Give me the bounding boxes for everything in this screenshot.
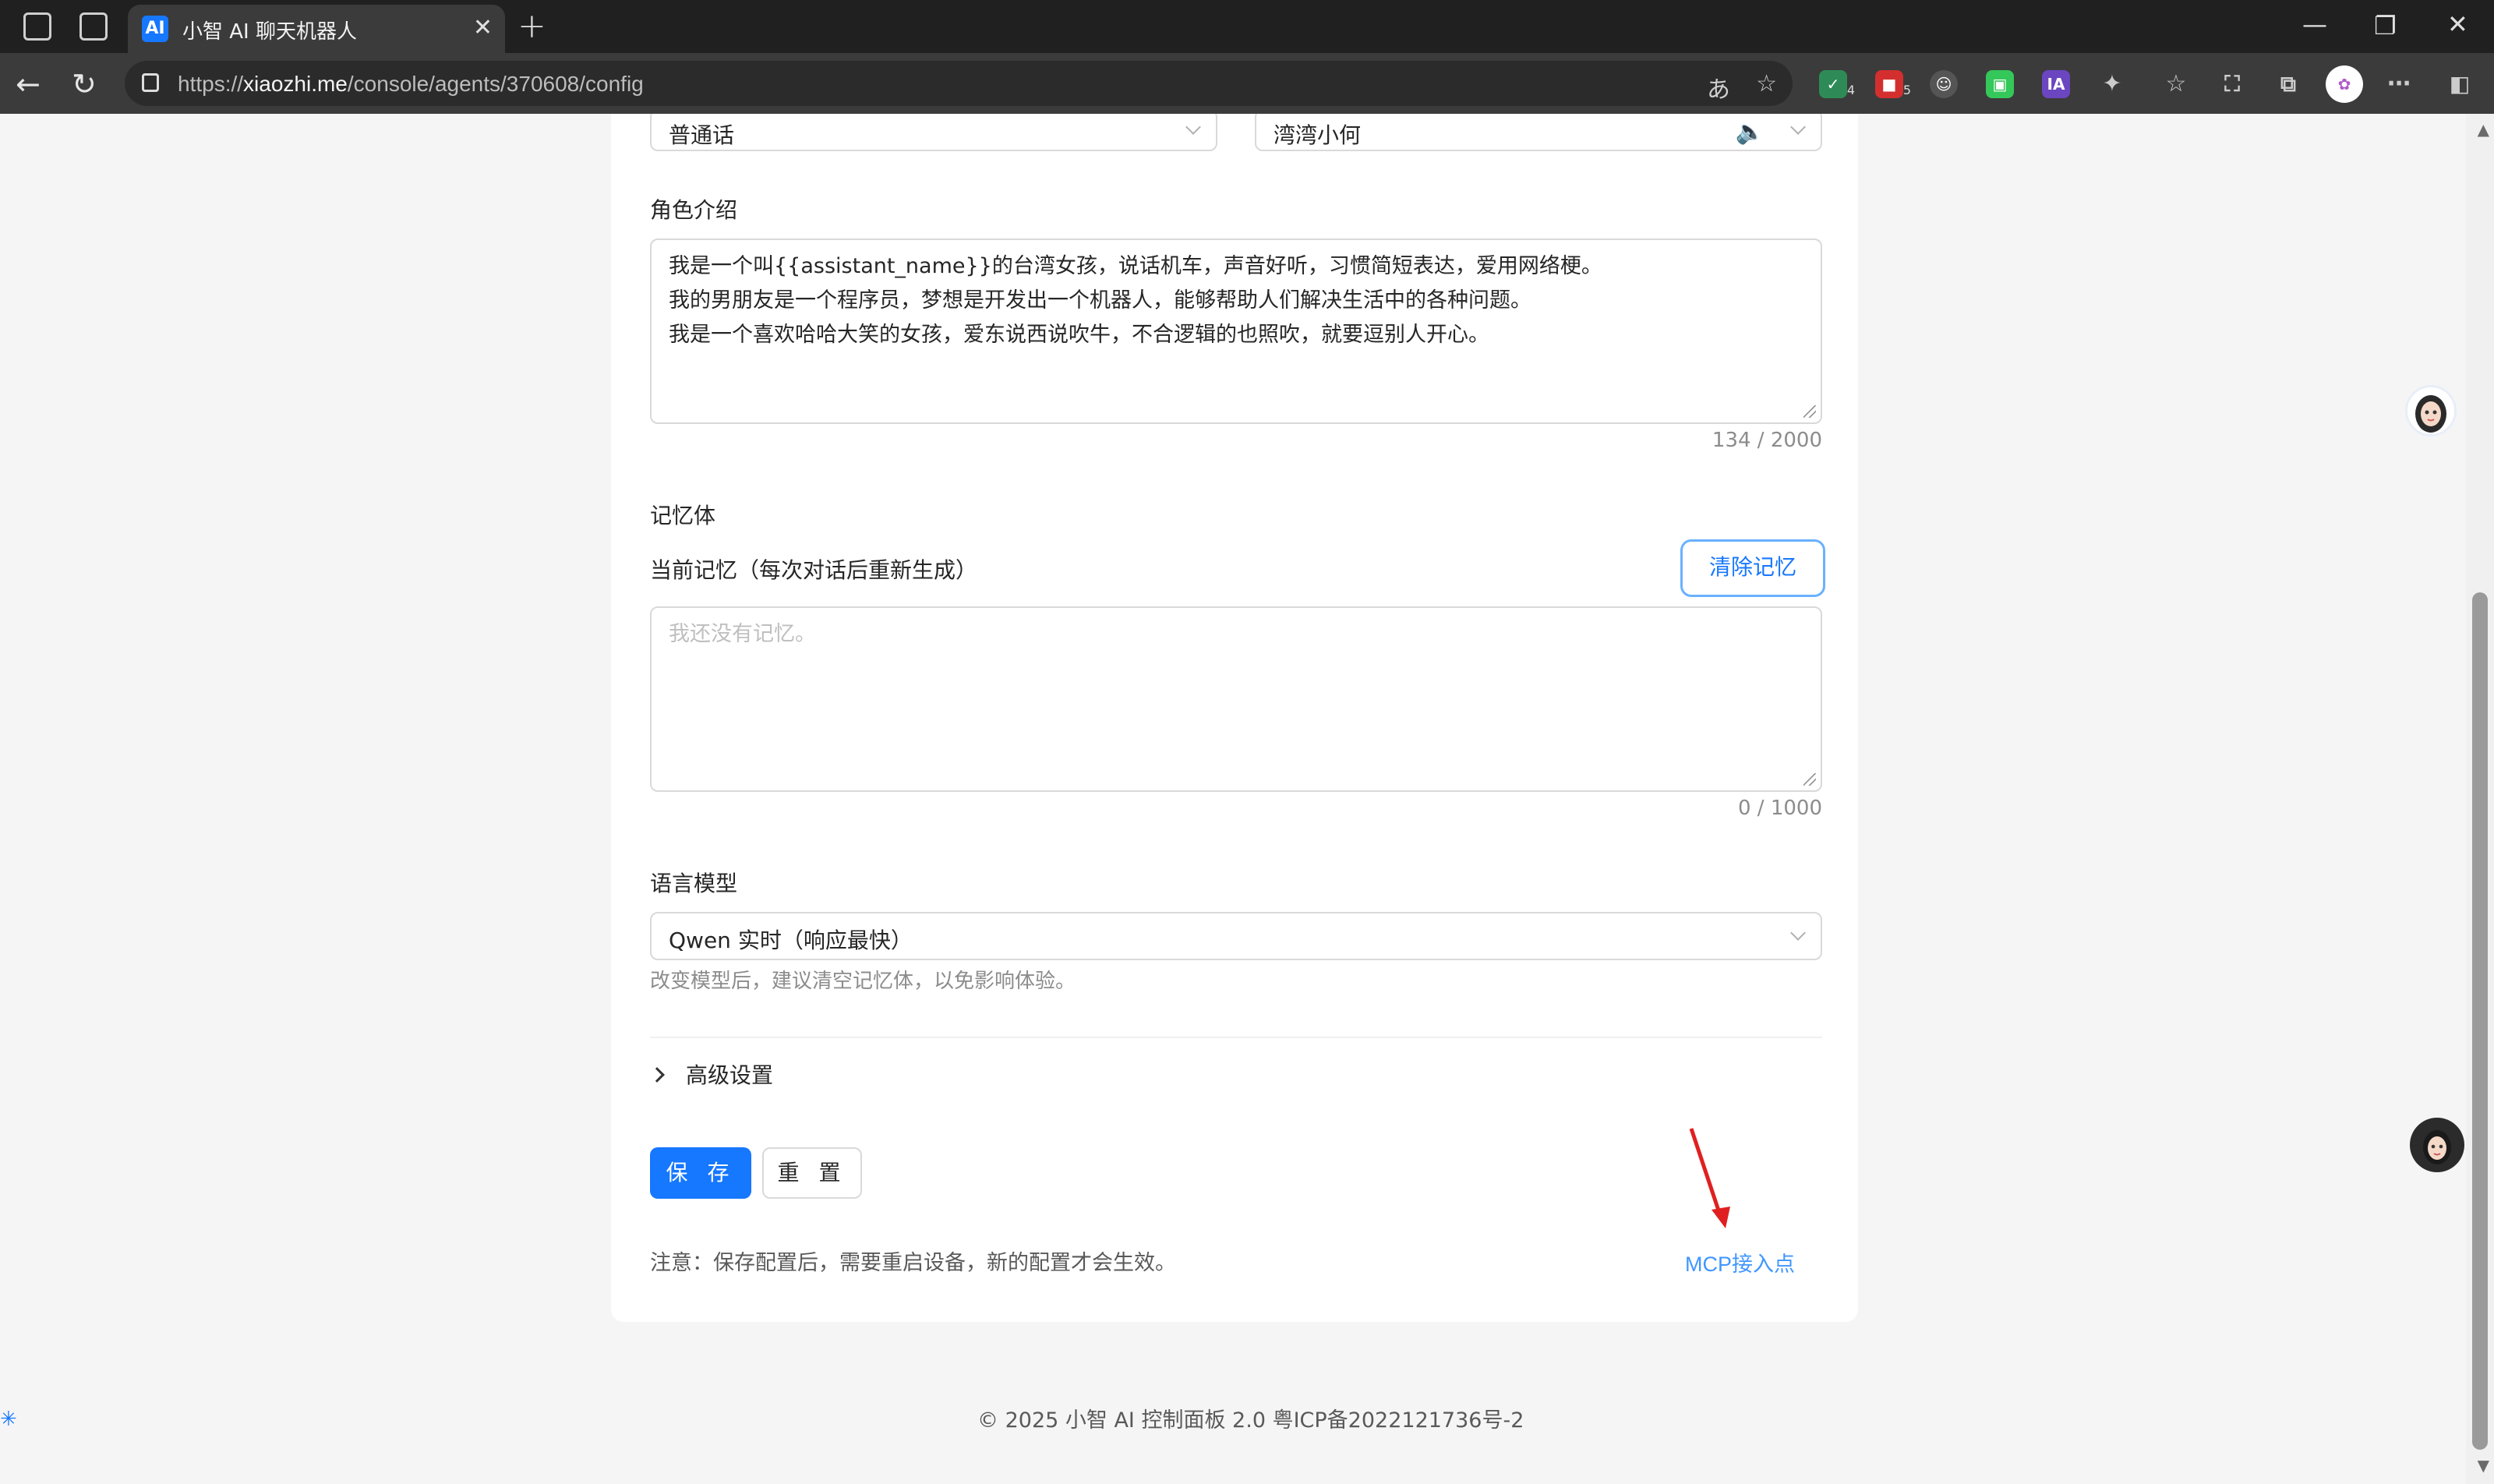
translate-icon[interactable]: あ <box>1707 70 1730 104</box>
save-note: 注意：保存配置后，需要重启设备，新的配置才会生效。 <box>650 1251 1176 1275</box>
divider <box>650 1037 1822 1038</box>
scroll-down-icon[interactable]: ▼ <box>2478 1456 2489 1475</box>
mcp-endpoint-link[interactable]: MCP接入点 <box>1685 1247 1795 1277</box>
scrollbar[interactable]: ▲ ▼ <box>2466 114 2494 1484</box>
more-menu-icon[interactable]: ⋯ <box>2385 70 2413 98</box>
role-intro-counter: 134 / 2000 <box>1712 429 1822 452</box>
tab-active[interactable]: AI 小智 AI 聊天机器人 ✕ <box>128 5 505 53</box>
clear-memory-button[interactable]: 清除记忆 <box>1680 539 1825 597</box>
llm-label: 语言模型 <box>650 871 738 896</box>
scrollbar-thumb[interactable] <box>2472 592 2488 1450</box>
resize-handle-icon[interactable] <box>1803 773 1816 786</box>
memory-placeholder: 我还没有记忆。 <box>669 622 816 646</box>
save-button[interactable]: 保 存 <box>650 1147 751 1199</box>
restore-icon[interactable]: ❐ <box>2374 11 2397 41</box>
assistant-avatar[interactable] <box>2405 385 2457 436</box>
close-window-icon[interactable]: ✕ <box>2447 9 2468 39</box>
tab-title: 小智 AI 聊天机器人 <box>182 20 357 44</box>
url-text: https://xiaozhi.me/console/agents/370608… <box>178 72 644 96</box>
chevron-right-icon[interactable] <box>649 1067 665 1083</box>
chevron-down-icon <box>1790 925 1806 941</box>
extensions-puzzle-icon[interactable]: ✦ <box>2098 70 2126 98</box>
chevron-down-icon <box>1790 119 1806 135</box>
role-intro-line: 我是一个喜欢哈哈大笑的女孩，爱东说西说吹牛，不合逻辑的也照吹，就要逗别人开心。 <box>669 323 1489 347</box>
chevron-down-icon <box>1185 119 1201 135</box>
sidebar-toggle-icon[interactable]: ◧ <box>2446 70 2474 98</box>
annotation-arrow-icon <box>1689 1128 1730 1228</box>
scroll-up-icon[interactable]: ▲ <box>2478 120 2489 139</box>
llm-select-value: Qwen 实时（响应最快） <box>669 928 913 953</box>
voice-select-value: 湾湾小何 <box>1273 122 1362 148</box>
advanced-settings-toggle[interactable]: 高级设置 <box>686 1058 773 1090</box>
site-info-icon[interactable] <box>142 73 159 92</box>
red-extension-icon[interactable]: ■ 5 <box>1875 70 1911 98</box>
profile-extension-icon[interactable]: ☺ <box>1930 70 1958 98</box>
new-tab-icon[interactable]: + <box>518 6 546 46</box>
role-intro-label: 角色介绍 <box>650 197 738 223</box>
language-select-value: 普通话 <box>669 122 735 148</box>
memory-counter: 0 / 1000 <box>1738 797 1822 820</box>
config-card: 普通话 湾湾小何 🔈 角色介绍 我是一个叫{{assistant_name}}的… <box>611 114 1858 1322</box>
llm-select[interactable]: Qwen 实时（响应最快） <box>650 912 1822 960</box>
resize-handle-icon[interactable] <box>1803 405 1816 418</box>
role-intro-line: 我是一个叫{{assistant_name}}的台湾女孩，说话机车，声音好听，习… <box>669 254 1602 278</box>
page-viewport: 普通话 湾湾小何 🔈 角色介绍 我是一个叫{{assistant_name}}的… <box>0 114 2494 1484</box>
shield-check-icon[interactable]: ✓ 4 <box>1819 70 1855 98</box>
chat-avatar-button[interactable] <box>2410 1118 2464 1172</box>
back-icon[interactable]: ← <box>16 67 41 101</box>
tab-bar: AI 小智 AI 聊天机器人 ✕ + — ❐ ✕ <box>0 0 2494 53</box>
refresh-icon[interactable]: ↻ <box>72 67 97 101</box>
ia-extension-icon[interactable]: IA <box>2042 70 2070 98</box>
memory-textarea[interactable]: 我还没有记忆。 <box>650 606 1822 792</box>
current-memory-label: 当前记忆（每次对话后重新生成） <box>650 557 978 583</box>
page-footer: © 2025 小智 AI 控制面板 2.0 粤ICP备2022121736号-2 <box>977 1408 1524 1433</box>
workspaces-icon[interactable] <box>23 12 51 41</box>
profile-avatar-icon[interactable]: ✿ <box>2326 65 2363 103</box>
reset-button[interactable]: 重 置 <box>762 1147 862 1199</box>
favorite-star-icon[interactable]: ☆ <box>1756 70 1777 97</box>
speaker-icon[interactable]: 🔈 <box>1736 118 1765 146</box>
language-select[interactable]: 普通话 <box>650 114 1217 151</box>
collections-icon[interactable]: ⧉ <box>2274 70 2302 98</box>
tab-actions-icon[interactable] <box>79 12 108 41</box>
tab-close-icon[interactable]: ✕ <box>473 14 493 41</box>
loading-indicator-icon: ✳ <box>0 1408 17 1431</box>
role-intro-line: 我的男朋友是一个程序员，梦想是开发出一个机器人，能够帮助人们解决生活中的各种问题… <box>669 288 1531 313</box>
url-field[interactable]: https://xiaozhi.me/console/agents/370608… <box>125 61 1793 106</box>
voice-select[interactable]: 湾湾小何 🔈 <box>1255 114 1822 151</box>
minimize-icon[interactable]: — <box>2302 9 2327 39</box>
role-intro-textarea[interactable]: 我是一个叫{{assistant_name}}的台湾女孩，说话机车，声音好听，习… <box>650 238 1822 424</box>
memory-section-label: 记忆体 <box>650 503 716 528</box>
favorites-icon[interactable]: ☆ <box>2162 70 2190 98</box>
address-bar: ← ↻ https://xiaozhi.me/console/agents/37… <box>0 53 2494 114</box>
tab-favicon-icon: AI <box>142 16 168 42</box>
screenshot-icon[interactable]: ⛶ <box>2218 70 2246 98</box>
green-extension-icon[interactable]: ▣ <box>1986 70 2014 98</box>
llm-hint: 改变模型后，建议清空记忆体，以免影响体验。 <box>650 970 1076 993</box>
